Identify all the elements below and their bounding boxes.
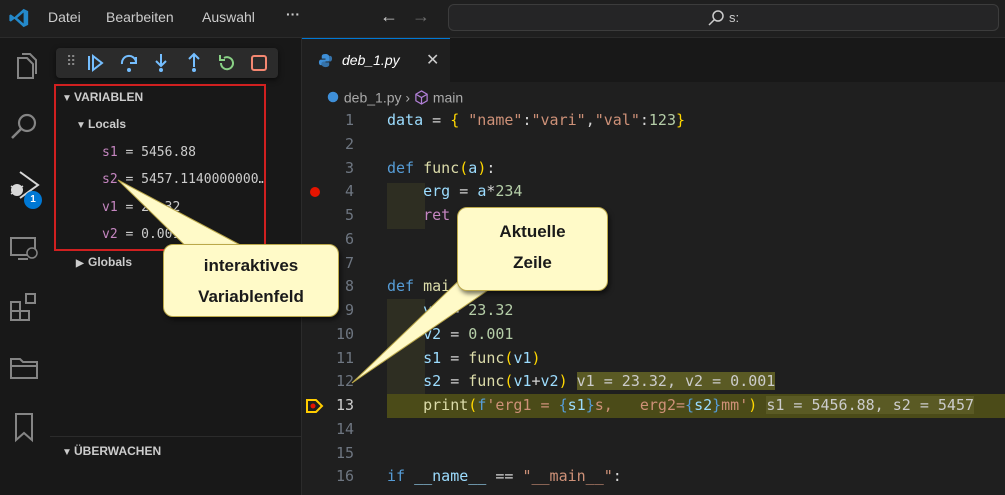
code-line[interactable]: 6 bbox=[302, 230, 1005, 253]
callout-line: Variablenfeld bbox=[198, 287, 304, 306]
stop-icon[interactable] bbox=[248, 52, 270, 74]
menu-more[interactable]: ··· bbox=[286, 6, 300, 22]
callout-variables: interaktives Variablenfeld bbox=[163, 244, 339, 317]
code-line[interactable]: 2 bbox=[302, 135, 1005, 158]
code-text: if __name__ == "__main__": bbox=[387, 467, 622, 485]
search-icon bbox=[708, 10, 724, 26]
line-number: 1 bbox=[344, 111, 354, 129]
code-line[interactable]: 10 v2 = 0.001 bbox=[302, 325, 1005, 348]
code-line[interactable]: 7 bbox=[302, 254, 1005, 277]
forward-arrow-icon[interactable]: → bbox=[412, 6, 430, 27]
code-text: erg = a*234 bbox=[423, 182, 523, 200]
step-out-icon[interactable] bbox=[183, 52, 205, 74]
chevron-down-icon: ▼ bbox=[62, 447, 72, 458]
code-text: s2 = func(v1+v2) v1 = 23.32, v2 = 0.001 bbox=[423, 372, 776, 390]
bookmarks-icon[interactable] bbox=[8, 410, 42, 444]
line-number: 12 bbox=[335, 372, 354, 390]
code-line[interactable]: 14 bbox=[302, 420, 1005, 443]
code-line[interactable]: 5 ret bbox=[302, 206, 1005, 229]
chevron-right-icon: ▶ bbox=[76, 258, 84, 269]
continue-icon[interactable] bbox=[84, 52, 106, 74]
method-icon bbox=[415, 90, 428, 105]
line-number: 16 bbox=[335, 467, 354, 485]
code-text: s1 = func(v1) bbox=[423, 349, 541, 367]
back-arrow-icon[interactable]: ← bbox=[380, 6, 398, 27]
breadcrumb-file[interactable]: deb_1.py bbox=[344, 89, 402, 105]
menu-file[interactable]: Datei bbox=[48, 9, 81, 25]
search-text: s: bbox=[729, 10, 740, 25]
remote-explorer-icon[interactable] bbox=[8, 231, 42, 265]
callout-line: Aktuelle bbox=[499, 222, 566, 241]
callout-line: Zeile bbox=[513, 253, 552, 272]
callout-line: interaktives bbox=[203, 256, 299, 275]
line-number: 4 bbox=[344, 182, 354, 200]
code-line[interactable]: 9 v1 = 23.32 bbox=[302, 301, 1005, 324]
step-into-icon[interactable] bbox=[150, 52, 172, 74]
globals-scope[interactable]: ▶ Globals bbox=[76, 255, 132, 269]
divider bbox=[50, 436, 301, 437]
code-text: data = { "name":"vari","val":123} bbox=[387, 111, 686, 129]
tab-label: deb_1.py bbox=[342, 52, 400, 68]
code-line[interactable]: 15 bbox=[302, 444, 1005, 467]
restart-icon[interactable] bbox=[216, 52, 238, 74]
line-number: 3 bbox=[344, 159, 354, 177]
code-text: print(f'erg1 = {s1}s, erg2={s2}mm') s1 =… bbox=[423, 396, 975, 414]
variables-highlight-box bbox=[54, 84, 266, 251]
menu-selection[interactable]: Auswahl bbox=[202, 9, 255, 25]
code-text: v1 = 23.32 bbox=[423, 301, 514, 319]
extensions-icon[interactable] bbox=[8, 291, 42, 325]
line-number: 15 bbox=[335, 444, 354, 462]
chevron-right-icon: › bbox=[405, 89, 411, 106]
code-text: def mai bbox=[387, 277, 451, 295]
code-line[interactable]: 3 def func(a): bbox=[302, 159, 1005, 182]
watch-section-header[interactable]: ▼ ÜBERWACHEN bbox=[62, 444, 161, 458]
debug-badge: 1 bbox=[24, 191, 42, 209]
code-line[interactable]: 12 s2 = func(v1+v2) v1 = 23.32, v2 = 0.0… bbox=[302, 372, 1005, 395]
code-line[interactable]: 11 s1 = func(v1) bbox=[302, 349, 1005, 372]
python-file-icon bbox=[327, 92, 339, 103]
drag-grip-icon[interactable]: ⠿ bbox=[66, 53, 76, 70]
line-number: 13 bbox=[335, 396, 354, 414]
code-text: def func(a): bbox=[387, 159, 496, 177]
folders-icon[interactable] bbox=[8, 350, 42, 384]
python-file-icon bbox=[318, 53, 333, 68]
command-center-search[interactable]: s: bbox=[448, 4, 999, 31]
breadcrumb-symbol[interactable]: main bbox=[433, 89, 463, 105]
breadcrumb: deb_1.py › main bbox=[326, 88, 463, 105]
code-line[interactable]: 4 erg = a*234 bbox=[302, 182, 1005, 205]
code-text: v2 = 0.001 bbox=[423, 325, 514, 343]
explorer-icon[interactable] bbox=[8, 52, 42, 86]
step-over-icon[interactable] bbox=[118, 52, 140, 74]
search-icon[interactable] bbox=[8, 110, 42, 144]
debug-toolbar: ⠿ bbox=[56, 48, 278, 78]
code-line-current[interactable]: 13 print(f'erg1 = {s1}s, erg2={s2}mm') s… bbox=[302, 396, 1005, 419]
line-number: 2 bbox=[344, 135, 354, 153]
line-number: 5 bbox=[344, 206, 354, 224]
code-line[interactable]: 1 data = { "name":"vari","val":123} bbox=[302, 111, 1005, 134]
vscode-logo-icon bbox=[9, 8, 29, 28]
line-number: 11 bbox=[335, 349, 354, 367]
callout-current-line: Aktuelle Zeile bbox=[457, 207, 608, 291]
code-line[interactable]: 16 if __name__ == "__main__": bbox=[302, 467, 1005, 490]
code-line[interactable]: 8 def mai bbox=[302, 277, 1005, 300]
title-bar: Datei Bearbeiten Auswahl ··· ← → s: bbox=[0, 0, 1005, 38]
tab-deb-1[interactable]: deb_1.py ✕ bbox=[302, 38, 450, 82]
menu-edit[interactable]: Bearbeiten bbox=[106, 9, 174, 25]
close-icon[interactable]: ✕ bbox=[426, 50, 439, 70]
code-text: ret bbox=[423, 206, 451, 224]
line-number: 14 bbox=[335, 420, 354, 438]
line-number: 10 bbox=[335, 325, 354, 343]
